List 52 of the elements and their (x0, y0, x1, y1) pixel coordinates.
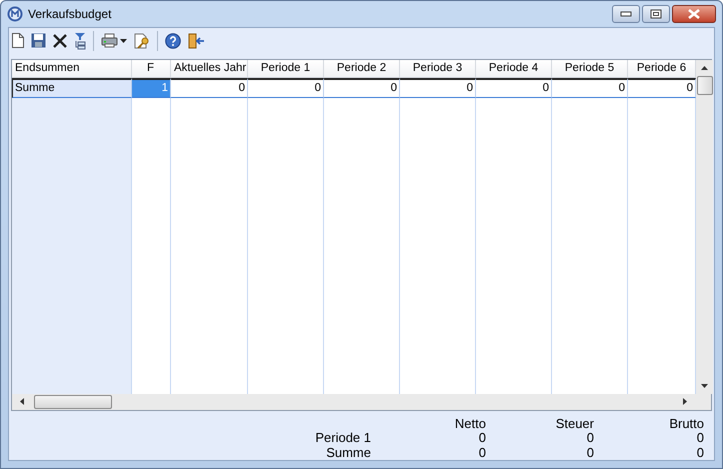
window-title: Verkaufsbudget (28, 6, 112, 21)
column-header[interactable]: Periode 2 (324, 60, 400, 78)
column-header[interactable]: F (132, 60, 171, 78)
column-header[interactable]: Periode 1 (248, 60, 324, 78)
summary-column-header: Brutto (668, 416, 704, 431)
help-icon[interactable] (165, 32, 181, 48)
dropdown-caret-icon[interactable] (120, 38, 127, 42)
table-cell[interactable]: 0 (248, 78, 324, 98)
table-cell[interactable]: Summe (12, 78, 132, 98)
column-header[interactable]: Periode 4 (476, 60, 552, 78)
table-cell[interactable]: 0 (476, 78, 552, 98)
summary-row-label: Summe (325, 446, 371, 460)
filter-icon[interactable] (74, 32, 86, 50)
scroll-down-arrow-icon[interactable] (701, 384, 708, 388)
delete-icon[interactable] (53, 34, 67, 48)
maximize-button[interactable] (642, 5, 670, 23)
minimize-icon (620, 11, 632, 17)
key-document-icon[interactable] (134, 32, 150, 48)
summary-value: 0 (586, 431, 594, 446)
column-header[interactable]: Aktuelles Jahr (171, 60, 248, 78)
scroll-thumb[interactable] (696, 76, 712, 94)
new-document-icon[interactable] (12, 33, 24, 48)
save-icon[interactable] (31, 33, 46, 48)
vertical-scrollbar[interactable] (696, 60, 713, 394)
close-button[interactable] (672, 5, 716, 23)
summary-value: 0 (478, 446, 486, 460)
summary-value: 0 (696, 446, 704, 460)
scroll-left-arrow-icon[interactable] (20, 398, 24, 405)
summary-value: 0 (586, 446, 594, 460)
column-header[interactable]: Periode 5 (552, 60, 628, 78)
app-logo-icon (7, 6, 23, 22)
summary-column-header: Netto (454, 416, 486, 431)
summary-value: 0 (696, 431, 704, 446)
table-cell[interactable]: 0 (552, 78, 628, 98)
summary-column-header: Steuer (554, 416, 594, 431)
horizontal-scrollbar[interactable] (12, 394, 711, 410)
column-header[interactable]: Periode 3 (400, 60, 476, 78)
maximize-icon (650, 9, 662, 19)
table-cell[interactable]: 0 (400, 78, 476, 98)
exit-door-icon[interactable] (188, 32, 205, 48)
summary-row-label: Periode 1 (314, 431, 371, 446)
minimize-button[interactable] (612, 5, 640, 23)
scroll-up-arrow-icon[interactable] (701, 66, 708, 70)
close-icon (687, 9, 701, 19)
column-header[interactable]: Periode 6 (628, 60, 696, 78)
printer-icon[interactable] (101, 33, 118, 48)
table-cell[interactable]: 0 (171, 78, 248, 98)
scroll-thumb[interactable] (34, 394, 112, 408)
summary-value: 0 (478, 431, 486, 446)
table-cell[interactable]: 0 (324, 78, 400, 98)
scroll-right-arrow-icon[interactable] (683, 398, 687, 405)
column-header[interactable]: Endsummen (12, 60, 132, 78)
